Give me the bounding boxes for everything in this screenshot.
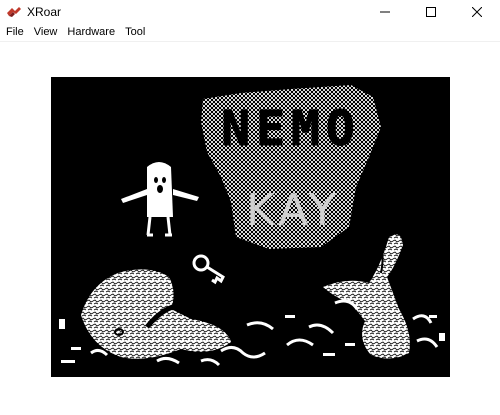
close-button[interactable] bbox=[454, 0, 500, 23]
title-nemo: NEMO bbox=[221, 101, 361, 157]
minimize-button[interactable] bbox=[362, 0, 408, 23]
key-item bbox=[192, 254, 225, 285]
menu-file[interactable]: File bbox=[0, 23, 29, 41]
title-bar: XRoar bbox=[0, 0, 500, 23]
maximize-button[interactable] bbox=[408, 0, 454, 23]
whale-creature bbox=[81, 269, 231, 359]
menu-hardware[interactable]: Hardware bbox=[62, 23, 120, 41]
xroar-app-icon bbox=[7, 6, 21, 17]
ghost-character bbox=[121, 162, 199, 237]
menu-view[interactable]: View bbox=[29, 23, 63, 41]
emulator-client-area: NEMO KAY bbox=[0, 42, 500, 415]
title-kay: KAY bbox=[246, 185, 340, 236]
menu-bar: File View Hardware Tool bbox=[0, 23, 500, 42]
game-scene: NEMO KAY bbox=[59, 85, 445, 367]
minimize-icon bbox=[380, 11, 390, 12]
menu-tool[interactable]: Tool bbox=[120, 23, 150, 41]
window-title: XRoar bbox=[27, 4, 62, 19]
close-icon bbox=[472, 6, 482, 17]
maximize-icon bbox=[426, 6, 436, 17]
window-controls bbox=[362, 0, 500, 23]
emulator-screen[interactable]: NEMO KAY bbox=[51, 77, 450, 377]
seal-creature bbox=[323, 234, 410, 359]
